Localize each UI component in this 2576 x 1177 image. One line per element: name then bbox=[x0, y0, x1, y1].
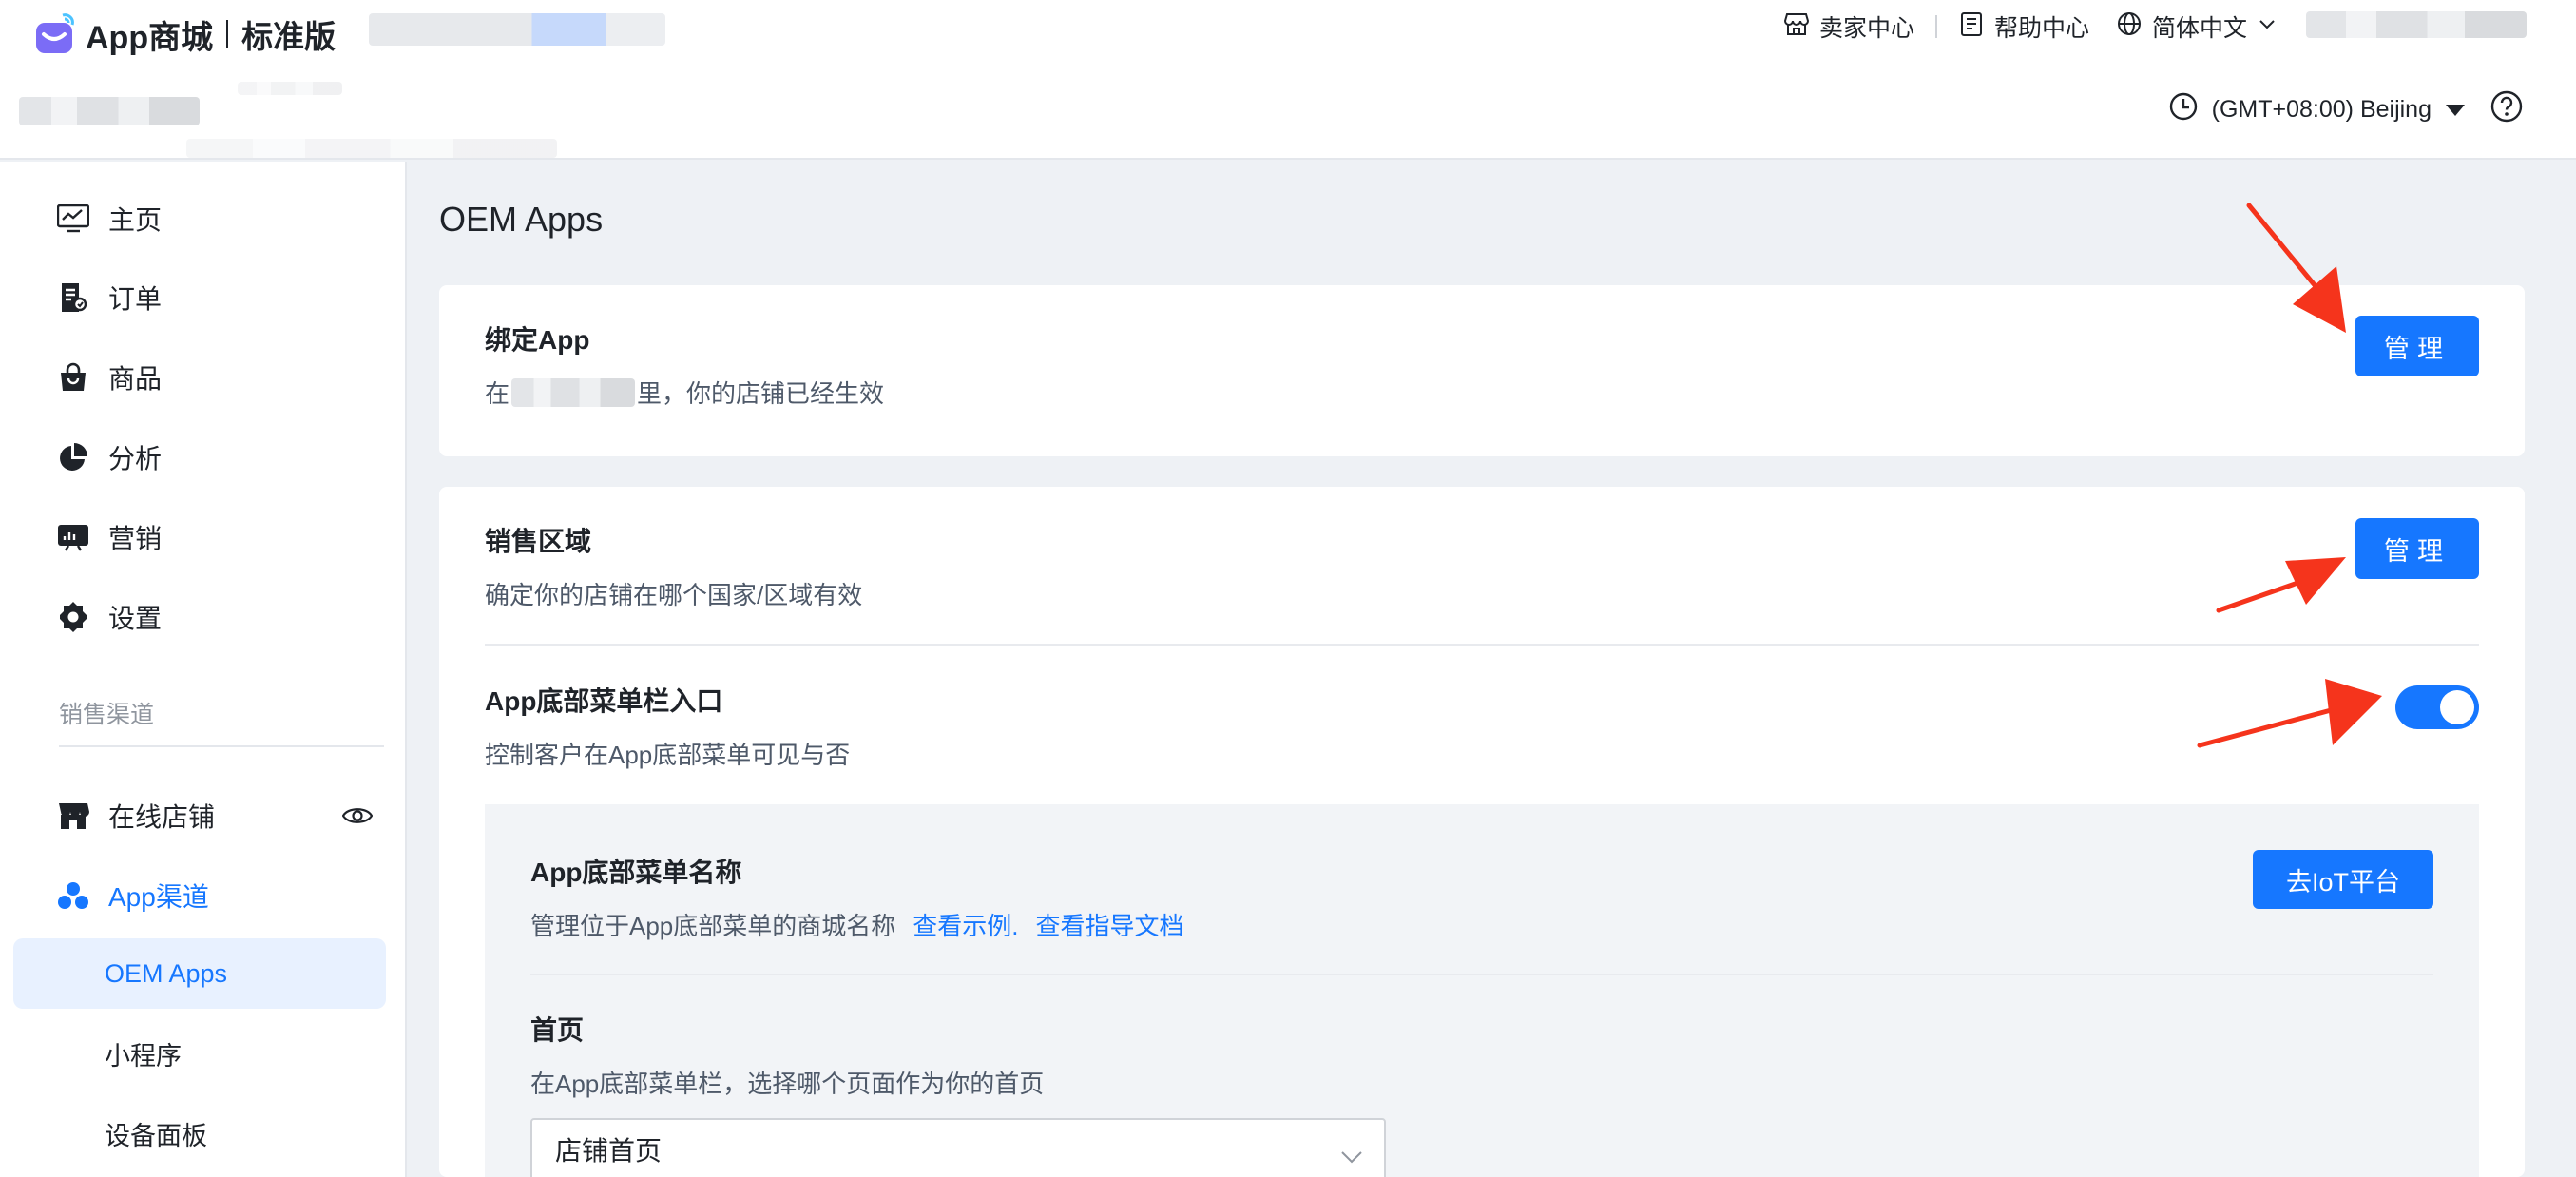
globe-icon bbox=[2116, 10, 2143, 44]
sidebar: 主页 订单 商品 分析 营销 设置 销售渠道 在线店铺 App渠道 OEM Ap… bbox=[0, 162, 407, 1177]
bind-app-card: 绑定App 在 里，你的店铺已经生效 管理 bbox=[439, 285, 2525, 456]
redacted-user-account[interactable] bbox=[2306, 11, 2527, 38]
help-center-label: 帮助中心 bbox=[1993, 15, 2089, 42]
header-divider bbox=[1934, 15, 1937, 38]
timezone-bar: (GMT+08:00) Beijing bbox=[2168, 89, 2523, 129]
annotation-arrow-icon bbox=[2246, 203, 2346, 333]
store-icon bbox=[1783, 10, 1810, 44]
section-divider bbox=[485, 644, 2479, 646]
sidebar-item-label: App渠道 bbox=[108, 882, 209, 912]
help-question-icon[interactable] bbox=[2490, 90, 2523, 129]
app-store-logo-icon bbox=[34, 13, 76, 55]
sidebar-subitem-oem-apps[interactable]: OEM Apps bbox=[13, 938, 386, 1009]
toggle-knob bbox=[2440, 690, 2474, 724]
sales-channels-label: 销售渠道 bbox=[59, 702, 155, 728]
timezone-value: (GMT+08:00) Beijing bbox=[2211, 95, 2432, 123]
sidebar-item-home[interactable]: 主页 bbox=[0, 185, 407, 252]
sidebar-item-app-channel[interactable]: App渠道 bbox=[0, 862, 407, 929]
dashboard-icon bbox=[57, 203, 89, 235]
pie-chart-icon bbox=[57, 441, 89, 473]
bag-icon bbox=[57, 361, 89, 394]
marketing-icon bbox=[57, 521, 89, 553]
sales-region-title: 销售区域 bbox=[485, 527, 592, 556]
sidebar-item-label: 在线店铺 bbox=[108, 802, 216, 832]
homepage-title: 首页 bbox=[530, 1015, 585, 1045]
orders-icon bbox=[57, 281, 89, 314]
seller-center-link[interactable]: 卖家中心 bbox=[1770, 10, 1928, 44]
bind-app-desc-suffix: 里，你的店铺已经生效 bbox=[637, 379, 885, 408]
brand-name: App商城 bbox=[86, 19, 214, 56]
chevron-down-icon bbox=[1340, 1141, 1363, 1171]
homepage-description: 在App底部菜单栏，选择哪个页面作为你的首页 bbox=[530, 1070, 1045, 1098]
bottom-menu-entry-toggle[interactable] bbox=[2395, 685, 2479, 729]
sidebar-subitem-label: 小程序 bbox=[105, 1041, 182, 1071]
redacted-app-name bbox=[511, 377, 636, 407]
sales-region-description: 确定你的店铺在哪个国家/区域有效 bbox=[485, 581, 863, 609]
redacted-store-selector[interactable] bbox=[369, 13, 665, 46]
header-links: 卖家中心 帮助中心 简体中文 bbox=[1770, 6, 2291, 48]
sidebar-item-label: 商品 bbox=[108, 364, 163, 394]
top-bar: App商城 标准版 卖家中心 帮助中心 简体中文 (GMT+08:00) Bei… bbox=[0, 0, 2576, 160]
bottom-menu-entry-title: App底部菜单栏入口 bbox=[485, 686, 723, 716]
brand-separator bbox=[226, 20, 229, 48]
bind-app-desc-prefix: 在 bbox=[485, 379, 510, 408]
clock-icon bbox=[2168, 91, 2199, 128]
sidebar-subitem-mini-program[interactable]: 小程序 bbox=[13, 1018, 386, 1089]
language-label: 简体中文 bbox=[2151, 15, 2247, 42]
bottom-menu-name-desc-text: 管理位于App底部菜单的商城名称 bbox=[530, 912, 896, 940]
sidebar-subitem-device-panel[interactable]: 设备面板 bbox=[13, 1098, 386, 1168]
homepage-select[interactable]: 店铺首页 bbox=[530, 1118, 1386, 1177]
view-docs-link[interactable]: 查看指导文档 bbox=[1036, 907, 1184, 942]
sidebar-item-marketing[interactable]: 营销 bbox=[0, 504, 407, 570]
app-channel-icon bbox=[57, 879, 89, 912]
bottom-menu-name-title: App底部菜单名称 bbox=[530, 858, 742, 887]
sidebar-item-products[interactable]: 商品 bbox=[0, 344, 407, 411]
caret-down-icon bbox=[2445, 96, 2466, 124]
sales-region-manage-button[interactable]: 管理 bbox=[2355, 518, 2479, 579]
gear-icon bbox=[57, 601, 89, 633]
chevron-down-icon bbox=[2257, 13, 2278, 41]
annotation-arrow-icon bbox=[2197, 679, 2382, 748]
bind-app-description: 在 里，你的店铺已经生效 bbox=[485, 375, 884, 410]
language-selector[interactable]: 简体中文 bbox=[2103, 10, 2291, 44]
sidebar-item-label: 设置 bbox=[108, 604, 163, 633]
sidebar-item-label: 营销 bbox=[108, 524, 163, 553]
bind-app-title: 绑定App bbox=[485, 325, 590, 355]
homepage-select-value: 店铺首页 bbox=[555, 1136, 663, 1166]
bind-app-manage-button[interactable]: 管理 bbox=[2355, 316, 2479, 376]
go-iot-platform-button[interactable]: 去IoT平台 bbox=[2253, 850, 2433, 909]
timezone-selector[interactable]: (GMT+08:00) Beijing bbox=[2168, 91, 2466, 128]
bottom-menu-name-description: 管理位于App底部菜单的商城名称 查看示例. 查看指导文档 bbox=[530, 907, 1184, 942]
sidebar-item-orders[interactable]: 订单 bbox=[0, 264, 407, 331]
document-icon bbox=[1958, 10, 1985, 44]
redacted-store-name bbox=[19, 97, 200, 125]
sidebar-subitem-label: 设备面板 bbox=[105, 1121, 207, 1150]
app-logo[interactable]: App商城 标准版 bbox=[34, 8, 336, 61]
sidebar-item-label: 订单 bbox=[108, 284, 163, 314]
sidebar-item-settings[interactable]: 设置 bbox=[0, 584, 407, 650]
seller-center-label: 卖家中心 bbox=[1818, 15, 1914, 42]
sidebar-item-label: 分析 bbox=[108, 444, 163, 473]
subpanel-divider bbox=[530, 974, 2433, 975]
redacted-store-subtitle bbox=[186, 139, 557, 158]
sidebar-item-online-store[interactable]: 在线店铺 bbox=[0, 782, 407, 849]
redacted-store-url bbox=[238, 82, 342, 95]
bottom-menu-entry-description: 控制客户在App底部菜单可见与否 bbox=[485, 741, 851, 769]
brand-edition: 标准版 bbox=[241, 19, 336, 54]
shop-icon bbox=[57, 800, 89, 832]
page-title: OEM Apps bbox=[439, 200, 604, 239]
sidebar-divider bbox=[59, 745, 384, 747]
sidebar-item-analytics[interactable]: 分析 bbox=[0, 424, 407, 491]
help-center-link[interactable]: 帮助中心 bbox=[1945, 10, 2103, 44]
view-example-link[interactable]: 查看示例. bbox=[913, 907, 1018, 942]
annotation-arrow-icon bbox=[2216, 557, 2346, 613]
sidebar-item-label: 主页 bbox=[108, 205, 163, 235]
sidebar-subitem-label: OEM Apps bbox=[105, 958, 228, 988]
eye-icon[interactable] bbox=[341, 803, 374, 834]
